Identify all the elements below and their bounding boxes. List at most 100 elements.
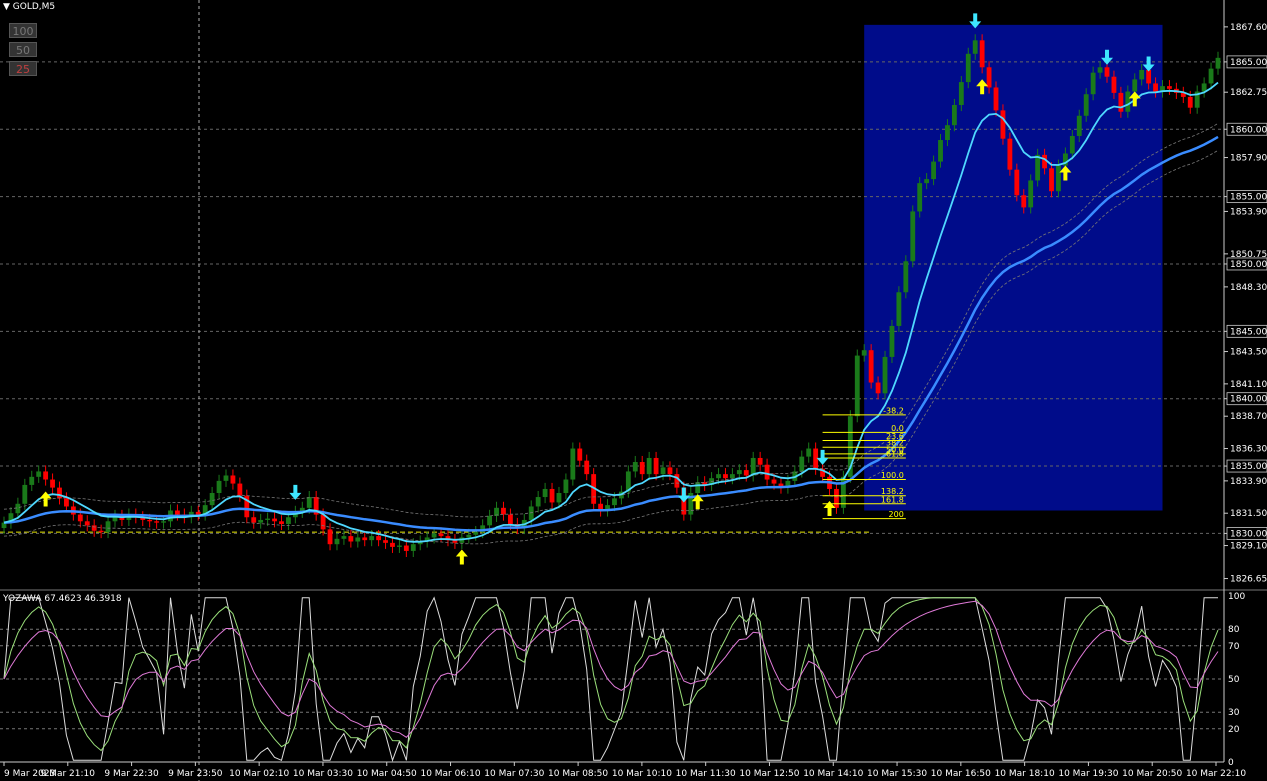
candle [29, 476, 35, 485]
time-tick-label: 9 Mar 23:50 [168, 769, 223, 779]
candle [563, 479, 569, 493]
candle [1208, 68, 1214, 84]
candle [570, 448, 576, 480]
candle [896, 292, 902, 326]
candle [410, 544, 416, 551]
time-tick-label: 10 Mar 07:30 [484, 769, 544, 779]
arrow-up-icon [823, 500, 836, 516]
candle [501, 507, 506, 515]
symbol-timeframe-label: GOLD,M5 [12, 2, 56, 12]
arrow-down-icon [677, 487, 690, 503]
price-tick-label: 1838.70 [1230, 412, 1267, 422]
price-tick-label: 1841.10 [1230, 380, 1267, 390]
candle [854, 355, 860, 417]
indicator-tick-label: 0 [1228, 758, 1234, 768]
candle [348, 536, 354, 542]
candle [882, 356, 888, 394]
candle [306, 497, 312, 508]
price-tick-label: 1829.10 [1230, 542, 1267, 552]
candle [556, 493, 562, 503]
candle [723, 474, 728, 479]
candle [265, 518, 271, 520]
chart-window-title: ▼ GOLD,M5 [3, 2, 55, 12]
candle [334, 538, 340, 545]
candle [667, 467, 673, 475]
indicator-tick-label: 50 [1228, 675, 1240, 685]
indicator-tick-label: 30 [1228, 708, 1240, 718]
price-tick-label: 1833.90 [1230, 477, 1267, 487]
time-tick-label: 10 Mar 18:10 [995, 769, 1055, 779]
candle [105, 521, 111, 533]
candle [917, 183, 923, 212]
fib-level-label: 200 [889, 510, 904, 519]
candle [549, 488, 555, 503]
indicator-tick-label: 70 [1228, 642, 1240, 652]
candle [209, 493, 215, 506]
candle [175, 510, 180, 515]
candle [403, 545, 409, 551]
scale-50-button[interactable]: 50 [9, 42, 37, 57]
time-tick-label: 10 Mar 15:30 [867, 769, 927, 779]
candle [972, 40, 978, 54]
candle [757, 457, 763, 465]
price-tick-label: 1843.50 [1230, 348, 1267, 358]
candle [251, 517, 257, 523]
candle [84, 521, 90, 526]
candle [910, 211, 916, 262]
candle [161, 521, 166, 523]
highlight-box [864, 24, 1163, 511]
candle [507, 514, 513, 524]
candle [1076, 115, 1082, 136]
scale-100-button[interactable]: 100 [9, 23, 37, 38]
candle [1021, 195, 1027, 208]
candle [1007, 138, 1013, 170]
candle [383, 540, 388, 543]
chart-canvas[interactable]: -38.20.023.638.250.061.8100.0138.2161.82… [0, 0, 1267, 781]
candle [1069, 135, 1075, 154]
time-tick-label: 10 Mar 10:10 [612, 769, 672, 779]
candle [938, 140, 943, 162]
time-tick-label: 9 Mar 21:10 [41, 769, 96, 779]
candle [355, 537, 361, 542]
fib-level-label: 61.8 [886, 449, 904, 458]
candle [806, 448, 812, 457]
candle [1139, 69, 1145, 80]
indicator-tick-label: 100 [1228, 592, 1245, 602]
price-tick-label: 1835.00 [1230, 462, 1267, 472]
candle [1014, 169, 1020, 196]
candle [1104, 67, 1110, 77]
candle [369, 536, 375, 541]
candle [965, 53, 971, 83]
scale-25-button[interactable]: 25 [9, 61, 37, 76]
candle [1146, 69, 1152, 84]
candle [653, 457, 659, 475]
candle [362, 537, 368, 541]
triangle-down-icon[interactable]: ▼ [3, 2, 10, 12]
price-tick-label: 1860.00 [1230, 125, 1267, 135]
price-tick-label: 1836.30 [1230, 445, 1267, 455]
candle [1153, 83, 1158, 92]
candle [889, 325, 895, 357]
candle [473, 532, 479, 535]
time-tick-label: 10 Mar 22:10 [1186, 769, 1246, 779]
candle [1167, 86, 1172, 89]
time-tick-label: 10 Mar 20:50 [1122, 769, 1182, 779]
candle [660, 467, 666, 475]
candle [528, 506, 534, 520]
candle [487, 515, 493, 526]
candle [327, 529, 333, 545]
candle [1097, 67, 1103, 73]
candle [736, 470, 742, 475]
candle [286, 517, 291, 524]
candle [958, 82, 964, 105]
candle [771, 479, 777, 484]
candle [875, 382, 881, 394]
price-tick-label: 1853.90 [1230, 207, 1267, 217]
candle [951, 105, 957, 126]
candle [1042, 154, 1047, 169]
price-tick-label: 1830.00 [1230, 529, 1267, 539]
candle [397, 545, 402, 547]
candle [993, 87, 999, 111]
candle [612, 498, 617, 506]
time-tick-label: 10 Mar 02:10 [229, 769, 289, 779]
